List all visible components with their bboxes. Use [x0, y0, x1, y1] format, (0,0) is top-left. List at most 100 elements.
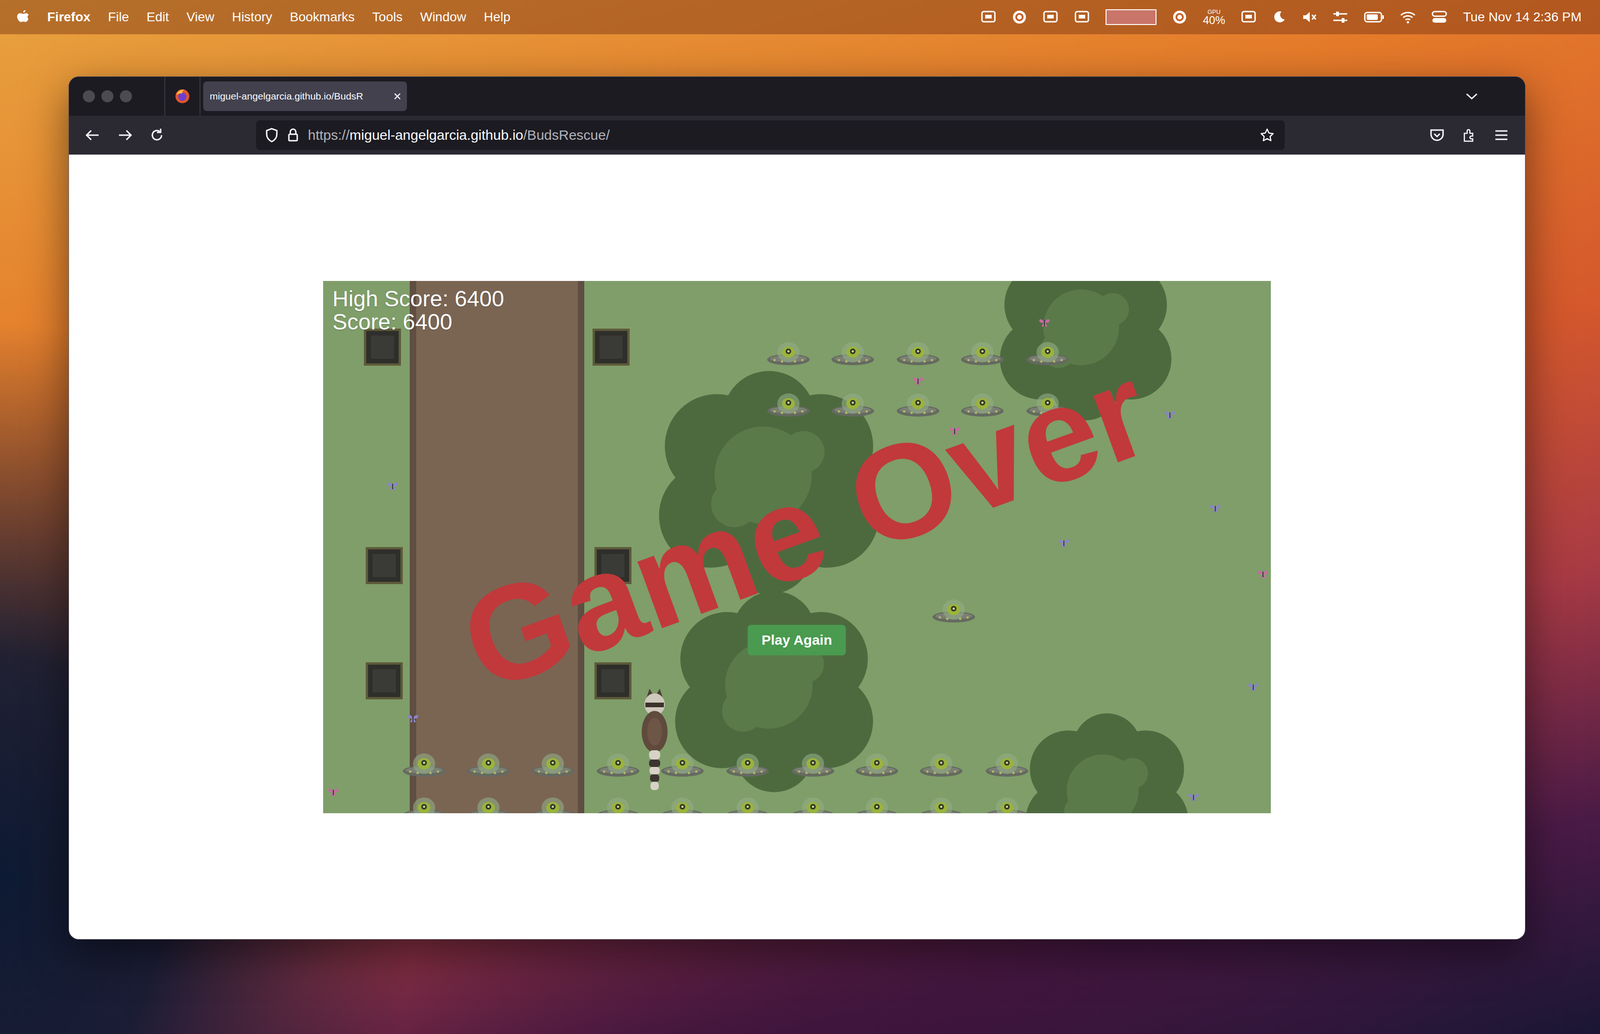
alien-ufo-icon — [594, 793, 642, 814]
alien-ufo-icon — [829, 338, 876, 369]
menu-item[interactable]: History — [231, 9, 273, 25]
tree-icon — [1021, 709, 1193, 814]
alien-ufo-icon — [465, 793, 512, 814]
butterfly-icon — [1163, 409, 1177, 420]
menu-icon[interactable] — [1494, 129, 1509, 142]
butterfly-icon — [1256, 568, 1270, 580]
grammarly-icon[interactable] — [1012, 9, 1027, 25]
cpu-graph[interactable] — [1105, 9, 1157, 25]
alien — [594, 793, 642, 814]
url-text[interactable]: https://miguel-angelgarcia.github.io/Bud… — [307, 127, 1251, 144]
alien-ufo-icon — [659, 750, 706, 780]
browser-tab[interactable]: miguel-angelgarcia.github.io/BudsR× — [203, 81, 407, 112]
alien — [724, 750, 771, 780]
outlook-icon[interactable] — [1074, 10, 1090, 25]
url-bar[interactable]: https://miguel-angelgarcia.github.io/Bud… — [256, 120, 1285, 150]
alien-ufo-icon — [789, 793, 837, 814]
game-canvas[interactable]: High Score: 6400Score: 6400Game OverPlay… — [323, 281, 1271, 814]
menu-item[interactable]: Edit — [146, 9, 169, 25]
alien — [659, 750, 706, 780]
battery-icon[interactable] — [1363, 11, 1385, 23]
back-arrow-icon[interactable] — [84, 128, 101, 143]
butterfly-icon — [406, 713, 420, 724]
bookmark-star-icon[interactable] — [1259, 127, 1275, 143]
alien — [853, 793, 900, 814]
butterfly-icon — [386, 481, 400, 492]
nav-buttons — [84, 127, 165, 143]
alien — [983, 750, 1031, 780]
sliders-icon[interactable] — [1332, 10, 1349, 25]
alien — [529, 750, 576, 780]
tab-close-button[interactable]: × — [393, 89, 402, 104]
alien — [894, 338, 942, 369]
butterfly-icon — [1208, 503, 1222, 514]
screen-icon[interactable] — [980, 10, 997, 25]
alien — [659, 793, 706, 814]
alien-ufo-icon — [894, 338, 942, 369]
menu-item[interactable]: Bookmarks — [289, 9, 355, 25]
tree — [1021, 709, 1193, 814]
crate — [365, 547, 403, 585]
lock-icon[interactable] — [287, 128, 299, 143]
speaker-muted-icon[interactable] — [1301, 10, 1317, 25]
gpu-value: 40% — [1202, 14, 1225, 26]
butterfly — [406, 713, 420, 724]
alien — [529, 793, 576, 814]
control-center-icon[interactable] — [1431, 10, 1448, 24]
menu-item[interactable]: Window — [419, 9, 467, 25]
menu-item[interactable]: Tools — [372, 9, 403, 25]
clock[interactable]: Tue Nov 14 2:36 PM — [1462, 9, 1582, 25]
alien-ufo-icon — [983, 750, 1031, 780]
apple-icon[interactable] — [16, 9, 30, 25]
toolbar-end — [1429, 127, 1509, 143]
layout-icon[interactable] — [1240, 10, 1257, 25]
play-again-button[interactable]: Play Again — [747, 625, 846, 656]
menu-item[interactable]: Help — [483, 9, 511, 25]
zoom-button[interactable] — [119, 90, 132, 103]
alien-ufo-icon — [529, 750, 576, 780]
extensions-icon[interactable] — [1462, 127, 1477, 143]
reload-icon[interactable] — [149, 127, 165, 143]
alien — [400, 750, 448, 780]
alien — [765, 389, 812, 420]
firefox-view[interactable] — [165, 88, 200, 105]
butterfly-icon — [326, 787, 340, 798]
alien — [829, 389, 876, 420]
menu-item[interactable]: File — [107, 9, 129, 25]
firefox-logo-icon[interactable] — [174, 88, 191, 105]
butterfly — [911, 375, 925, 387]
moon-icon[interactable] — [1272, 10, 1287, 25]
alien — [789, 750, 837, 780]
gpu-badge[interactable]: GPU40% — [1202, 8, 1225, 26]
window-icon[interactable] — [1042, 10, 1059, 25]
minimize-button[interactable] — [101, 90, 114, 103]
crate — [363, 328, 401, 366]
butterfly — [386, 481, 400, 492]
crate — [365, 662, 403, 700]
score: Score: 6400 — [332, 310, 505, 334]
alien-ufo-icon — [594, 750, 642, 780]
menu-item[interactable]: View — [186, 9, 215, 25]
butterfly — [1187, 792, 1200, 803]
app-menu[interactable]: Firefox — [47, 9, 91, 25]
alien — [400, 793, 448, 814]
page-content: High Score: 6400Score: 6400Game OverPlay… — [68, 154, 1525, 940]
alien-ufo-icon — [724, 750, 771, 780]
window-area: miguel-angelgarcia.github.io/BudsR× https… — [0, 34, 1600, 940]
tab-bar-end — [1464, 91, 1525, 101]
close-button[interactable] — [82, 90, 95, 103]
alien-ufo-icon — [659, 793, 706, 814]
butterfly — [1057, 537, 1071, 549]
gpu-label: GPU — [1207, 8, 1221, 15]
forward-arrow-icon[interactable] — [117, 128, 133, 143]
shield-icon[interactable] — [265, 127, 279, 143]
chevron-down-icon[interactable] — [1464, 91, 1479, 101]
menu-left: Firefox File Edit View History Bookmarks Tools… — [16, 9, 511, 25]
alien-ufo-icon — [765, 338, 812, 369]
wifi-icon[interactable] — [1400, 10, 1416, 24]
grammarly-icon[interactable] — [1172, 9, 1188, 25]
pocket-icon[interactable] — [1429, 128, 1445, 143]
alien — [959, 338, 1006, 369]
alien-ufo-icon — [529, 793, 576, 814]
alien-ufo-icon — [930, 595, 977, 626]
